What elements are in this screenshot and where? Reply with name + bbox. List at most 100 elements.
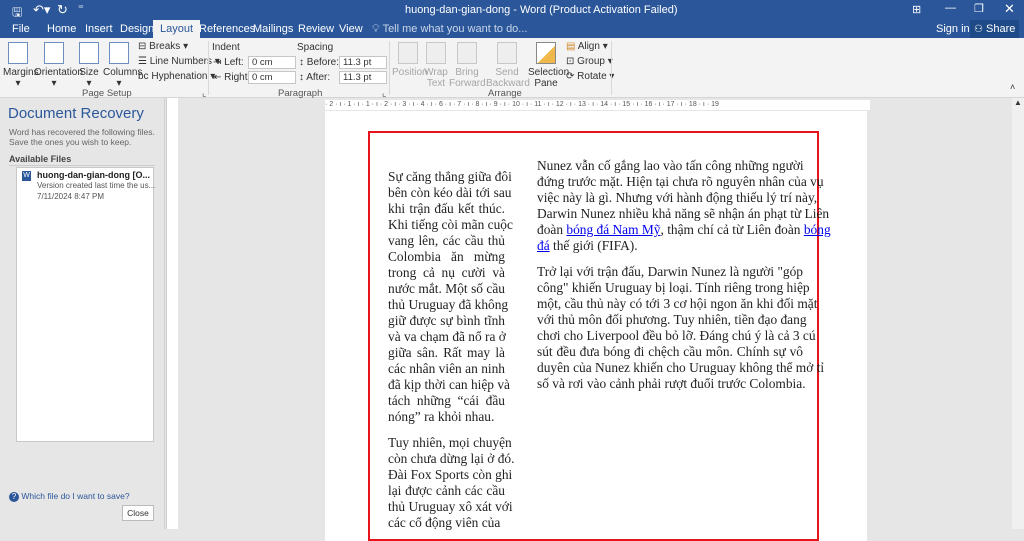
text-column-right[interactable]: Nunez vẫn cố gắng lao vào tấn công những…	[537, 158, 831, 402]
selection-pane-button[interactable]: Selection Pane	[528, 42, 569, 89]
text-line: duyên của Nunez khiến cho Uruguay không …	[537, 360, 825, 375]
text-line: Tuy nhiên, mọi chuyện	[388, 435, 512, 450]
spacing-before-input[interactable]: 11.3 pt	[339, 56, 387, 69]
divider	[611, 41, 612, 95]
ribbon-tabs: File Home Insert Design Layout Reference…	[0, 20, 1024, 38]
tab-view[interactable]: View	[333, 20, 369, 38]
breaks-button[interactable]: ⊟ Breaks ▾	[138, 41, 188, 52]
hyphenation-button[interactable]: bc Hyphenation ▾	[138, 71, 215, 82]
file-date: 7/11/2024 8:47 PM	[37, 192, 105, 201]
text-line: và va chạm đã nổ ra ở	[388, 329, 506, 344]
tab-home[interactable]: Home	[41, 20, 82, 38]
text-line: giữ được sự bình tĩnh	[388, 313, 505, 328]
close-button[interactable]: Close	[122, 505, 154, 521]
file-description: Version created last time the us...	[37, 181, 156, 190]
send-backward-icon	[497, 42, 517, 64]
tell-me-box[interactable]: 💡︎ Tell me what you want to do...	[366, 20, 533, 38]
bring-forward-icon	[457, 42, 477, 64]
link-football[interactable]: bóng	[804, 222, 831, 237]
spacing-after-icon: ↕	[299, 72, 304, 83]
text-line: thủ Uruguay xô xát với	[388, 499, 513, 514]
collapse-ribbon-icon[interactable]: ˄	[1010, 82, 1015, 92]
text-line: đã kịp thời can hiệp và	[388, 377, 510, 392]
link-football[interactable]: đá	[537, 238, 550, 253]
text-line: Colombia ăn mừng	[388, 249, 505, 264]
indent-right-icon: ⇤	[213, 72, 222, 83]
ribbon: Margins ▾ Orientation ▾ Size ▾ Columns ▾ ⊟ B…	[0, 38, 1024, 99]
position-button[interactable]: Position	[392, 42, 428, 78]
margins-button[interactable]: Margins ▾	[3, 42, 39, 89]
help-link[interactable]: ? Which file do I want to save?	[9, 491, 130, 502]
arrange-label: Arrange	[488, 88, 522, 99]
group-button[interactable]: ⊡ Group ▾	[566, 56, 613, 67]
text-line: một, cầu thủ này có tới 3 cơ hội ngon ăn…	[537, 296, 818, 311]
text-line: chơi cho Liverpool đều bỏ lỡ. Đáng chú ý…	[537, 328, 816, 343]
wrap-text-icon	[426, 42, 446, 64]
pane-title: Document Recovery	[8, 105, 144, 122]
paragraph: Nunez vẫn cố gắng lao vào tấn công những…	[537, 158, 831, 253]
paragraph-launcher-icon[interactable]: ⌞	[382, 88, 386, 99]
word-file-icon: W	[22, 171, 31, 181]
ribbon-display-icon[interactable]: ⊞	[912, 3, 921, 16]
columns-button[interactable]: Columns ▾	[103, 42, 142, 89]
text-line: còn chưa dừng lại ở đó.	[388, 451, 515, 466]
indent-label: Indent	[212, 42, 240, 53]
size-icon	[79, 42, 99, 64]
recovered-file-item[interactable]: W huong-dan-gian-dong [O... Version crea…	[19, 170, 155, 204]
document-recovery-pane: Document Recovery Word has recovered the…	[0, 98, 165, 529]
rotate-icon: ⟳	[566, 71, 575, 82]
scroll-up-icon[interactable]: ▲	[1014, 98, 1022, 107]
spacing-label: Spacing	[297, 42, 334, 53]
paragraph: Sự căng thẳng giữa đôi bên còn kéo dài tớ…	[388, 169, 513, 425]
send-backward-button[interactable]: Send Backward	[486, 42, 530, 89]
paragraph-label: Paragraph	[278, 88, 323, 99]
tab-file[interactable]: File	[6, 20, 36, 38]
customize-icon[interactable]: ⁼	[78, 2, 84, 15]
spacing-after-label: ↕ After:	[299, 72, 331, 83]
text-line: bên còn kéo dài tới sau	[388, 185, 512, 200]
align-button[interactable]: ▤ Align ▾	[566, 41, 608, 52]
close-icon[interactable]: ✕	[1004, 1, 1015, 17]
lightbulb-icon: 💡︎	[372, 23, 380, 35]
page-setup-launcher-icon[interactable]: ⌞	[202, 88, 206, 99]
file-name: huong-dan-gian-dong [O...	[37, 170, 150, 180]
text-line: Trở lại với trận đấu, Darwin Nunez là ng…	[537, 264, 803, 279]
text-line: nóng” ra khỏi nhau.	[388, 409, 495, 424]
recovered-files-list: W huong-dan-gian-dong [O... Version crea…	[16, 167, 155, 442]
text-line: nước mắt. Một số cầu	[388, 281, 505, 296]
divider	[208, 41, 209, 95]
help-icon: ?	[9, 492, 19, 502]
text-line: tách những “cái đầu	[388, 393, 505, 408]
text-line: vang lên, các cầu thủ	[388, 233, 505, 248]
bring-forward-button[interactable]: Bring Forward	[449, 42, 486, 89]
sign-in-link[interactable]: Sign in	[930, 20, 976, 38]
size-button[interactable]: Size ▾	[79, 42, 99, 89]
wrap-text-button[interactable]: Wrap Text	[424, 42, 448, 89]
vertical-scrollbar[interactable]: ▲	[1012, 98, 1024, 529]
available-files-heading: Available Files	[9, 154, 72, 164]
columns-icon	[109, 42, 129, 64]
indent-right-input[interactable]: 0 cm	[248, 71, 296, 84]
hyphenation-icon: bc	[138, 71, 149, 82]
link-south-american-football[interactable]: bóng đá Nam Mỹ	[566, 222, 660, 237]
spacing-after-input[interactable]: 11.3 pt	[339, 71, 387, 84]
rotate-button[interactable]: ⟳ Rotate ▾	[566, 71, 614, 82]
share-button[interactable]: ⚇ Share	[970, 20, 1020, 38]
text-column-left[interactable]: Sự căng thẳng giữa đôi bên còn kéo dài tớ…	[388, 169, 515, 541]
tab-insert[interactable]: Insert	[79, 20, 119, 38]
text-line: thủ Uruguay đã không	[388, 297, 509, 312]
vertical-ruler[interactable]	[166, 98, 178, 529]
indent-left-input[interactable]: 0 cm	[248, 56, 296, 69]
position-icon	[398, 42, 418, 64]
text-line: sút đều đưa bóng đi chệch cầu môn. Chính…	[537, 344, 803, 359]
undo-icon[interactable]: ↶▾	[33, 2, 50, 18]
orientation-button[interactable]: Orientation ▾	[34, 42, 83, 89]
restore-icon[interactable]: ❐	[974, 2, 984, 15]
text-line: lại được cảnh các cầu	[388, 483, 505, 498]
minimize-icon[interactable]: —	[945, 2, 956, 14]
breaks-icon: ⊟	[138, 41, 147, 52]
horizontal-ruler[interactable]: · 2 · ı · 1 · ı · 1 · ı · 2 · ı · 3 · ı …	[325, 100, 870, 110]
indent-left-icon: ⇥	[213, 57, 222, 68]
redo-icon[interactable]: ↻	[57, 2, 68, 18]
text-line: Khi tiếng còi mãn cuộc	[388, 217, 513, 232]
